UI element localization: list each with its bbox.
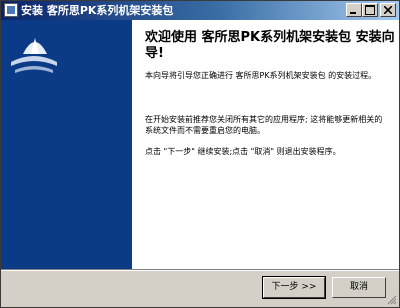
window-title: 安装 客所思PK系列机架安装包: [21, 4, 174, 17]
close-icon: [384, 6, 392, 14]
installer-logo-icon: [11, 38, 57, 73]
installer-app-icon: [4, 3, 18, 17]
recommendation-text: 在开始安装前推荐您关闭所有其它的应用程序; 这将能够更新相关的系统文件而不需要重…: [145, 115, 383, 135]
welcome-heading: 欢迎使用 客所思PK系列机架安装包 安装向导!: [145, 30, 395, 61]
close-button[interactable]: [380, 3, 396, 17]
instruction-text: 点击 "下一步" 继续安装;点击 "取消" 则退出安装程序。: [145, 147, 341, 156]
cancel-button[interactable]: 取消: [332, 277, 386, 298]
button-separator: [1, 269, 399, 271]
intro-text: 本向导将引导您正确进行 客所思PK系列机架安装包 的安装过程。: [145, 71, 377, 80]
installer-window: 安装 客所思PK系列机架安装包 欢迎使用 客所思PK系列机架安装包 安装向导! …: [0, 0, 400, 308]
wizard-content: 欢迎使用 客所思PK系列机架安装包 安装向导! 本向导将引导您正确进行 客所思P…: [132, 20, 399, 269]
resize-grip-icon[interactable]: [387, 295, 397, 305]
title-bar[interactable]: 安装 客所思PK系列机架安装包: [1, 1, 399, 20]
maximize-button[interactable]: [362, 3, 378, 17]
minimize-button[interactable]: [346, 3, 362, 17]
wizard-sidebar: [1, 20, 132, 269]
next-button[interactable]: 下一步 >>: [262, 276, 326, 299]
